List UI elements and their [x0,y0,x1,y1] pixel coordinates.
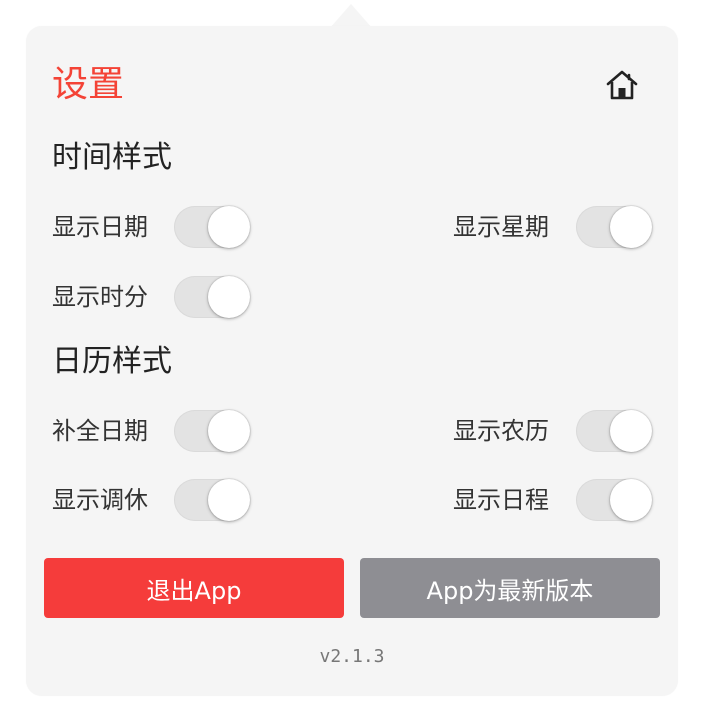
exit-app-button[interactable]: 退出App [44,558,344,618]
toggle-knob [208,479,250,521]
toggle-label-show-weekday: 显示星期 [453,213,549,241]
toggle-label-fill-dates: 补全日期 [52,417,148,445]
toggle-label-show-lunar: 显示农历 [453,417,549,445]
toggle-label-show-workday-adjust: 显示调休 [52,486,148,514]
toggle-knob [208,276,250,318]
toggle-knob [208,206,250,248]
toggle-knob [208,410,250,452]
home-icon[interactable] [603,68,641,102]
toggle-knob [610,479,652,521]
toggle-show-weekday[interactable] [576,206,652,248]
toggle-show-schedule[interactable] [576,479,652,521]
toggle-show-lunar[interactable] [576,410,652,452]
section-title-time-style: 时间样式 [52,140,172,175]
toggle-label-show-date: 显示日期 [52,213,148,241]
toggle-show-date[interactable] [174,206,250,248]
toggle-label-show-schedule: 显示日程 [453,486,549,514]
update-status-button[interactable]: App为最新版本 [360,558,660,618]
section-title-calendar-style: 日历样式 [52,344,172,379]
toggle-knob [610,206,652,248]
toggle-fill-dates[interactable] [174,410,250,452]
page-title: 设置 [52,64,125,105]
toggle-knob [610,410,652,452]
version-label: v2.1.3 [319,646,385,667]
toggle-label-show-time: 显示时分 [52,283,148,311]
toggle-show-time[interactable] [174,276,250,318]
toggle-show-workday-adjust[interactable] [174,479,250,521]
popover-arrow [330,4,372,28]
